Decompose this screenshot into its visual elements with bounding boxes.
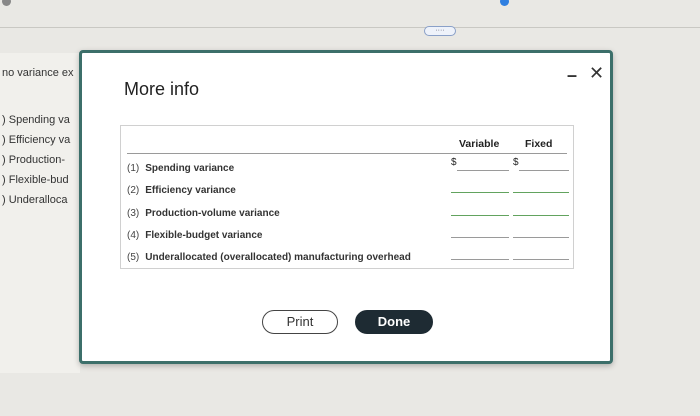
variance-table: Variable Fixed (1) Spending variance $ $ … <box>120 125 574 269</box>
background-panel <box>0 53 80 373</box>
spending-variable-input[interactable] <box>457 159 509 171</box>
background-list-item: ) Efficiency va <box>2 134 71 146</box>
flexible-budget-fixed-input[interactable] <box>513 226 569 238</box>
currency-symbol: $ <box>513 157 519 168</box>
table-row-label: (4) Flexible-budget variance <box>127 230 263 241</box>
toolbar-dot-blue <box>500 0 509 6</box>
background-heading: no variance ex <box>2 67 74 79</box>
background-list-item: ) Production- <box>2 154 65 166</box>
currency-symbol: $ <box>451 157 457 168</box>
print-button[interactable]: Print <box>262 310 338 334</box>
table-row-label: (1) Spending variance <box>127 163 235 174</box>
column-header-fixed: Fixed <box>525 138 553 150</box>
done-button[interactable]: Done <box>355 310 433 334</box>
table-row-label: (3) Production-volume variance <box>127 208 280 219</box>
background-divider <box>0 27 700 28</box>
background-list-item: ) Underalloca <box>2 194 68 206</box>
efficiency-fixed-input[interactable] <box>513 181 569 193</box>
background-list-item: ) Spending va <box>2 114 70 126</box>
underallocated-variable-input[interactable] <box>451 248 509 260</box>
toolbar-dot <box>2 0 11 6</box>
underallocated-fixed-input[interactable] <box>513 248 569 260</box>
more-info-dialog: More info – ✕ Variable Fixed (1) Spending… <box>79 50 613 364</box>
dialog-title: More info <box>124 79 200 99</box>
efficiency-variable-input[interactable] <box>451 181 509 193</box>
table-row-label: (5) Underallocated (overallocated) manufa… <box>127 252 411 263</box>
production-volume-variable-input[interactable] <box>451 204 509 216</box>
minimize-icon[interactable]: – <box>567 65 577 86</box>
close-icon[interactable]: ✕ <box>589 63 604 84</box>
background-list-item: ) Flexible-bud <box>2 174 69 186</box>
flexible-budget-variable-input[interactable] <box>451 226 509 238</box>
drag-handle-icon[interactable]: ···· <box>424 26 456 36</box>
header-divider <box>127 153 567 154</box>
spending-fixed-input[interactable] <box>519 159 569 171</box>
column-header-variable: Variable <box>459 138 500 150</box>
production-volume-fixed-input[interactable] <box>513 204 569 216</box>
table-row-label: (2) Efficiency variance <box>127 185 236 196</box>
